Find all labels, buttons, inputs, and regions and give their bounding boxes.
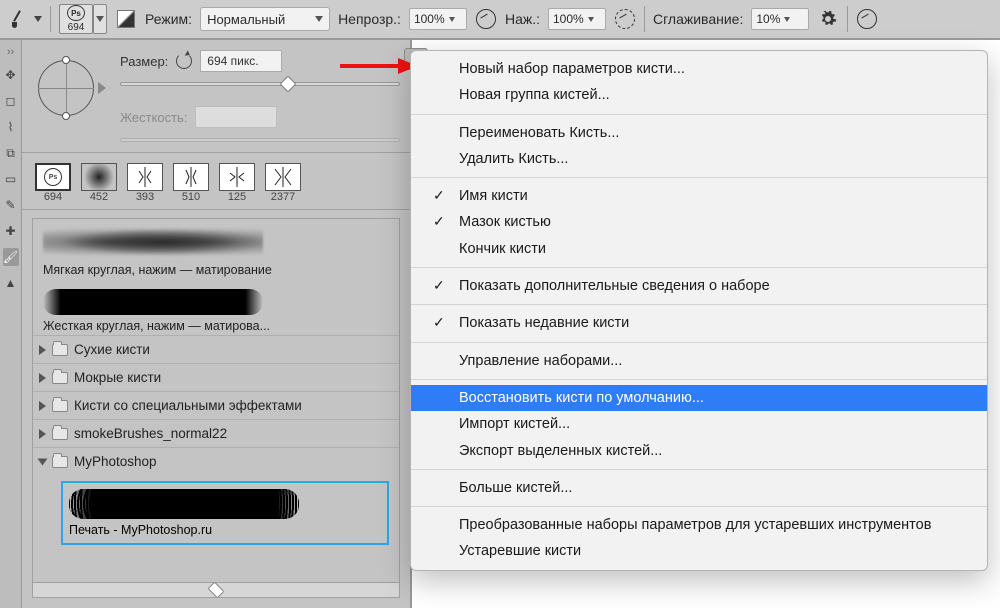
reset-size-icon[interactable] — [176, 53, 192, 69]
hardness-value-field — [195, 106, 277, 128]
folder-row[interactable]: MyPhotoshop — [33, 447, 399, 475]
size-value-field[interactable]: 694 пикс. — [200, 50, 282, 72]
frame-tool[interactable]: ▭ — [3, 170, 19, 188]
check-icon: ✓ — [433, 276, 445, 296]
menu-export[interactable]: Экспорт выделенных кистей... — [411, 438, 987, 464]
divider — [644, 6, 645, 32]
brush-item-selected[interactable]: Печать - MyPhotoshop.ru — [61, 481, 389, 545]
flow-label: Наж.: — [505, 11, 540, 27]
folder-icon — [52, 428, 68, 440]
spot-heal-tool[interactable]: ✚ — [3, 222, 19, 240]
menu-show-recent[interactable]: ✓Показать недавние кисти — [411, 310, 987, 336]
folder-icon — [52, 344, 68, 356]
brush-list[interactable]: Мягкая круглая, нажим — матирование Жест… — [32, 218, 400, 598]
size-slider[interactable] — [120, 82, 400, 86]
brush-preset-thumb[interactable]: Ps 694 — [59, 4, 93, 34]
move-tool[interactable]: ✥ — [3, 66, 19, 84]
opacity-value[interactable]: 100% — [409, 8, 467, 30]
size-label: Размер: — [120, 54, 168, 69]
folder-row[interactable]: Сухие кисти — [33, 335, 399, 363]
lasso-tool[interactable]: ⌇ — [3, 118, 19, 136]
airbrush-toggle[interactable] — [614, 8, 636, 30]
brush-preview-item[interactable]: Мягкая круглая, нажим — матирование — [33, 219, 399, 279]
folder-icon — [52, 456, 68, 468]
check-icon: ✓ — [433, 313, 445, 333]
menu-new-group[interactable]: Новая группа кистей... — [411, 82, 987, 108]
gear-icon — [819, 10, 837, 28]
menu-show-extra[interactable]: ✓Показать дополнительные сведения о набо… — [411, 273, 987, 299]
folder-row[interactable]: smokeBrushes_normal22 — [33, 419, 399, 447]
options-bar: Ps 694 Режим: Нормальный Непрозр.: 100% … — [0, 0, 1000, 40]
eyedropper-tool[interactable]: ✎ — [3, 196, 19, 214]
brush-tool-icon — [8, 10, 26, 28]
menu-import[interactable]: Импорт кистей... — [411, 411, 987, 437]
brush-settings-toggle[interactable] — [115, 8, 137, 30]
smoothing-value[interactable]: 10% — [751, 8, 809, 30]
hardness-slider — [120, 138, 400, 142]
menu-brush-tip[interactable]: Кончик кисти — [411, 236, 987, 262]
smoothing-options[interactable] — [817, 8, 839, 30]
blend-mode-value: Нормальный — [207, 12, 285, 27]
ps-logo-icon: Ps — [67, 5, 85, 21]
brush-label: Жесткая круглая, нажим — матирова... — [43, 319, 389, 333]
menu-restore-default[interactable]: Восстановить кисти по умолчанию... — [411, 385, 987, 411]
divider — [50, 6, 51, 32]
divider — [847, 6, 848, 32]
stamp-tool[interactable]: ▲ — [3, 274, 19, 292]
recent-brush-item[interactable]: 510 — [170, 163, 212, 203]
recent-brushes: Ps694 452 393 510 125 2377 — [22, 159, 410, 203]
brush-panel-icon — [117, 10, 135, 28]
recent-brush-item[interactable]: 125 — [216, 163, 258, 203]
brush-stroke-preview — [69, 489, 299, 519]
airbrush-icon — [615, 9, 635, 29]
brush-preview-item[interactable]: Жесткая круглая, нажим — матирова... — [33, 283, 399, 335]
brush-preset-panel: Размер: 694 пикс. Жесткость: Ps694 452 3… — [22, 40, 412, 608]
menu-new-preset[interactable]: Новый набор параметров кисти... — [411, 56, 987, 82]
tools-strip: ›› ✥ ◻ ⌇ ⧉ ▭ ✎ ✚ 🖌 ▲ — [0, 40, 22, 608]
check-icon: ✓ — [433, 186, 445, 206]
blend-mode-select[interactable]: Нормальный — [200, 7, 330, 31]
chevron-down-icon — [315, 16, 323, 22]
target-icon — [857, 9, 877, 29]
brush-tool-active[interactable]: 🖌 — [3, 248, 19, 266]
marquee-tool[interactable]: ◻ — [3, 92, 19, 110]
brush-label: Мягкая круглая, нажим — матирование — [43, 263, 389, 277]
mode-label: Режим: — [145, 11, 192, 27]
menu-brush-stroke[interactable]: ✓Мазок кистью — [411, 209, 987, 235]
brush-label: Печать - MyPhotoshop.ru — [69, 523, 381, 537]
menu-rename[interactable]: Переименовать Кисть... — [411, 120, 987, 146]
pressure-icon — [476, 9, 496, 29]
pressure-size-toggle[interactable] — [856, 8, 878, 30]
brush-angle-control[interactable] — [32, 50, 108, 126]
tool-dropdown-icon[interactable] — [34, 16, 42, 22]
menu-delete[interactable]: Удалить Кисть... — [411, 146, 987, 172]
folder-icon — [52, 400, 68, 412]
folder-icon — [52, 372, 68, 384]
brush-preset-dropdown[interactable] — [93, 4, 107, 34]
recent-brush-item[interactable]: 393 — [124, 163, 166, 203]
recent-brush-item[interactable]: Ps694 — [32, 163, 74, 203]
horizontal-scrollbar[interactable] — [33, 582, 399, 598]
hardness-label: Жесткость: — [120, 110, 187, 125]
opacity-label: Непрозр.: — [338, 11, 401, 27]
crop-tool[interactable]: ⧉ — [3, 144, 19, 162]
smoothing-label: Сглаживание: — [653, 11, 743, 27]
menu-more-brushes[interactable]: Больше кистей... — [411, 475, 987, 501]
menu-legacy-presets[interactable]: Преобразованные наборы параметров для ус… — [411, 512, 987, 538]
brush-panel-menu: Новый набор параметров кисти... Новая гр… — [410, 50, 988, 571]
menu-brush-name[interactable]: ✓Имя кисти — [411, 183, 987, 209]
expand-handle-icon[interactable]: ›› — [0, 40, 21, 58]
recent-brush-item[interactable]: 2377 — [262, 163, 304, 203]
folder-row[interactable]: Кисти со специальными эффектами — [33, 391, 399, 419]
brush-preset-size: 694 — [68, 22, 85, 33]
recent-brush-item[interactable]: 452 — [78, 163, 120, 203]
flow-value[interactable]: 100% — [548, 8, 606, 30]
menu-preset-manager[interactable]: Управление наборами... — [411, 348, 987, 374]
opacity-pressure-toggle[interactable] — [475, 8, 497, 30]
folder-row[interactable]: Мокрые кисти — [33, 363, 399, 391]
menu-legacy-brushes[interactable]: Устаревшие кисти — [411, 538, 987, 564]
check-icon: ✓ — [433, 212, 445, 232]
